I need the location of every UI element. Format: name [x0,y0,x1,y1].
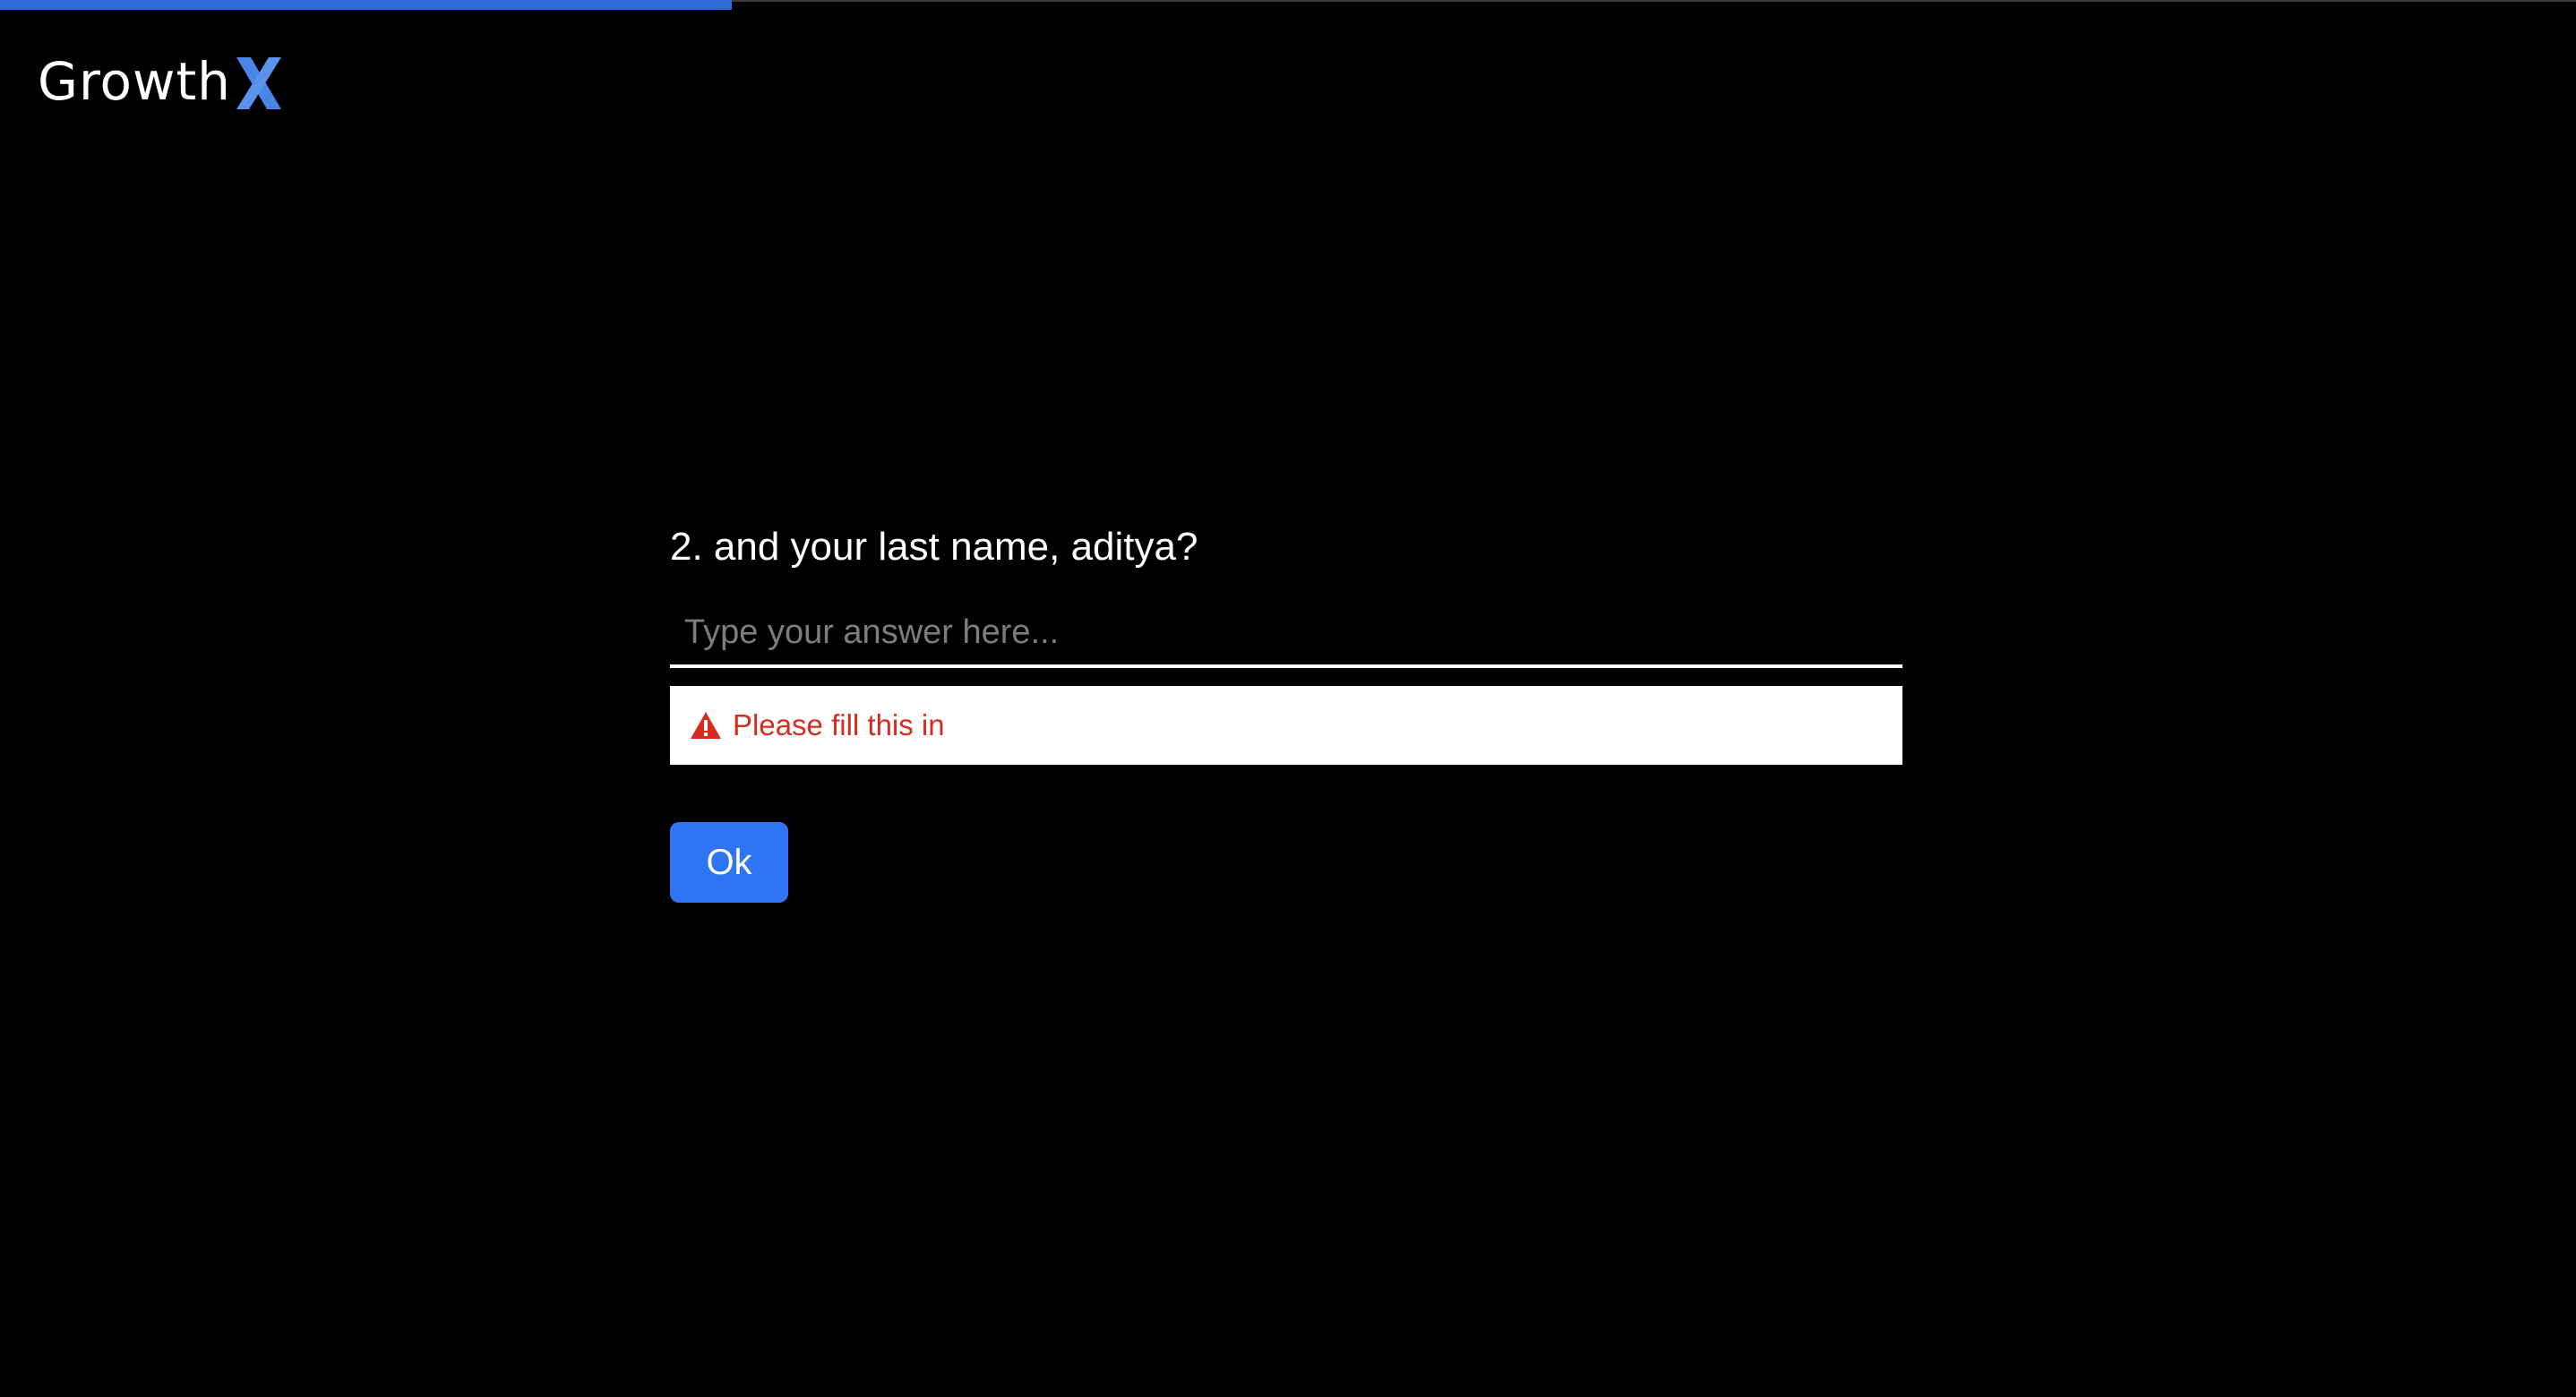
logo-x-mark [236,57,281,109]
question-form: 2. and your last name, aditya? Please fi… [670,516,1902,903]
progress-bar [0,0,2576,11]
ok-button[interactable]: Ok [670,822,788,903]
last-name-input[interactable] [670,605,1902,659]
progress-bar-fill [0,0,732,10]
validation-error: Please fill this in [670,686,1902,765]
growthx-logo[interactable]: Growth [38,50,285,113]
question-title: 2. and your last name, aditya? [670,525,1198,569]
logo-wordmark: Growth [38,51,231,112]
form-page: Growth 2. and your last name, aditya? Pl… [0,0,2576,1397]
answer-field[interactable] [670,600,1902,668]
error-message: Please fill this in [733,708,945,741]
warning-icon [691,712,721,739]
